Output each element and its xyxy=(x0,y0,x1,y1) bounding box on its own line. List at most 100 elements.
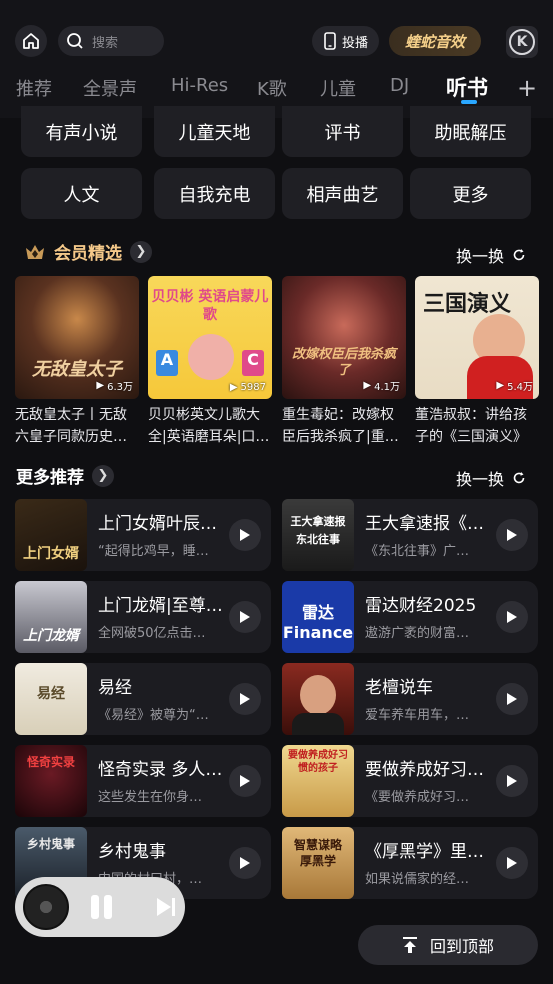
play-button[interactable] xyxy=(229,519,261,551)
play-button[interactable] xyxy=(229,601,261,633)
sound-effect-label: 蝰蛇音效 xyxy=(404,32,465,51)
play-icon xyxy=(240,529,250,541)
category-storytelling[interactable]: 评书 xyxy=(282,106,403,157)
chevron-right-icon: ❯ xyxy=(92,464,114,487)
category-crosstalk[interactable]: 相声曲艺 xyxy=(282,168,403,219)
vip-item[interactable]: 无敌皇太子 ▶ 6.3万 无敌皇太子丨无敌六皇子同款历史… xyxy=(15,276,139,448)
vip-title: 董浩叔叔：讲给孩子的《三国演义》 xyxy=(415,407,527,445)
rec-cover-text: 上门龙婿 xyxy=(23,628,79,644)
more-refresh-button[interactable]: 换一换 xyxy=(456,466,526,490)
now-playing-disc[interactable] xyxy=(23,884,69,930)
play-count-value: 4.1万 xyxy=(374,382,400,393)
play-button[interactable] xyxy=(496,601,528,633)
category-kids-world[interactable]: 儿童天地 xyxy=(154,106,275,157)
vip-cover: 改嫁权臣后我杀疯了 ▶ 4.1万 xyxy=(282,276,406,399)
arrow-up-icon xyxy=(402,937,417,953)
active-tab-indicator xyxy=(461,100,477,104)
search-placeholder: 搜索 xyxy=(92,35,119,51)
play-button[interactable] xyxy=(496,683,528,715)
category-humanities[interactable]: 人文 xyxy=(21,168,142,219)
play-icon xyxy=(507,775,517,787)
next-track-icon[interactable] xyxy=(155,896,177,918)
rec-subtitle: 《东北往事》广… xyxy=(365,544,470,559)
more-section-header[interactable]: 更多推荐 ❯ xyxy=(16,463,114,488)
pause-button[interactable] xyxy=(91,895,113,919)
rec-cover: 雷达 Finance xyxy=(282,581,354,653)
tab-dj[interactable]: DJ xyxy=(390,75,409,96)
add-tab-icon[interactable]: + xyxy=(517,74,537,102)
pause-icon xyxy=(104,895,112,919)
back-to-top-button[interactable]: 回到顶部 xyxy=(358,925,538,965)
rec-cover: 怪奇实录 xyxy=(15,745,87,817)
list-item[interactable]: 怪奇实录 怪奇实录 多人… 这些发生在你身… xyxy=(15,745,271,817)
rec-title: 上门女婿叶辰… xyxy=(98,514,217,534)
vip-refresh-button[interactable]: 换一换 xyxy=(456,243,526,267)
home-button[interactable] xyxy=(15,25,47,57)
rec-title: 要做养成好习… xyxy=(365,760,484,780)
k-logo-button[interactable]: K xyxy=(506,26,538,58)
vip-item[interactable]: 贝贝彬 英语启蒙儿歌 A C ▶ 5987 贝贝彬英文儿歌大全|英语磨耳朵|口… xyxy=(148,276,272,448)
play-count: ▶ 6.3万 xyxy=(96,378,133,393)
list-item[interactable]: 雷达 Finance 雷达财经2025 遨游广袤的财富… xyxy=(282,581,538,653)
rec-cover-text: 要做养成好习惯的孩子 xyxy=(288,750,348,774)
play-button[interactable] xyxy=(496,847,528,879)
category-audio-novel[interactable]: 有声小说 xyxy=(21,106,142,157)
list-item[interactable]: 要做养成好习惯的孩子 要做养成好习… 《要做养成好习… xyxy=(282,745,538,817)
vip-item[interactable]: 三国演义 ▶ 5.4万 董浩叔叔：讲给孩子的《三国演义》 xyxy=(415,276,539,448)
play-count: ▶ 5987 xyxy=(230,382,266,393)
rec-cover-text: 智慧谋略 厚黑学 xyxy=(293,838,342,868)
category-sleep-relax[interactable]: 助眠解压 xyxy=(410,106,531,157)
back-to-top-label: 回到顶部 xyxy=(429,937,494,956)
tab-recommend[interactable]: 推荐 xyxy=(16,75,52,101)
vip-cover-text: 贝贝彬 英语启蒙儿歌 xyxy=(151,289,269,323)
k-logo-icon: K xyxy=(509,29,535,55)
play-icon xyxy=(507,857,517,869)
search-input[interactable]: 搜索 xyxy=(58,26,164,56)
play-icon xyxy=(240,611,250,623)
tab-audiobook[interactable]: 听书 xyxy=(446,72,488,102)
person-body xyxy=(292,713,344,735)
rec-cover-text: 怪奇实录 xyxy=(26,755,75,769)
vip-cover: 贝贝彬 英语启蒙儿歌 A C ▶ 5987 xyxy=(148,276,272,399)
vip-title: 无敌皇太子丨无敌六皇子同款历史… xyxy=(15,407,127,445)
vip-title: 贝贝彬英文儿歌大全|英语磨耳朵|口… xyxy=(148,407,270,445)
play-count-icon: ▶ xyxy=(496,380,505,391)
list-item[interactable]: 老檀说车 爱车养车用车，… xyxy=(282,663,538,735)
category-self-improvement[interactable]: 自我充电 xyxy=(154,168,275,219)
play-button[interactable] xyxy=(229,765,261,797)
play-button[interactable] xyxy=(496,519,528,551)
list-item[interactable]: 智慧谋略 厚黑学 《厚黑学》里… 如果说儒家的经… xyxy=(282,827,538,899)
person-avatar xyxy=(300,675,336,715)
rec-subtitle: 《易经》被尊为“… xyxy=(98,708,209,723)
category-more[interactable]: 更多 xyxy=(410,168,531,219)
play-button[interactable] xyxy=(229,683,261,715)
rec-cover: 上门女婿 xyxy=(15,499,87,571)
cast-label: 投播 xyxy=(341,35,368,51)
rec-cover: 易经 xyxy=(15,663,87,735)
vip-section-header[interactable]: 会员精选 ❯ xyxy=(24,239,152,264)
play-button[interactable] xyxy=(229,847,261,879)
tab-karaoke[interactable]: K歌 xyxy=(257,75,287,101)
tab-hi-res[interactable]: Hi-Res xyxy=(171,75,228,96)
play-button[interactable] xyxy=(496,765,528,797)
rec-cover xyxy=(282,663,354,735)
list-item[interactable]: 上门龙婿 上门龙婿|至尊… 全网破50亿点击… xyxy=(15,581,271,653)
vip-item[interactable]: 改嫁权臣后我杀疯了 ▶ 4.1万 重生毒妃：改嫁权臣后我杀疯了|重… xyxy=(282,276,406,448)
more-section-title: 更多推荐 xyxy=(16,468,84,488)
mini-player[interactable] xyxy=(15,877,185,937)
cast-button[interactable]: 投播 xyxy=(312,26,379,56)
vip-cover: 三国演义 ▶ 5.4万 xyxy=(415,276,539,399)
rec-subtitle: 这些发生在你身… xyxy=(98,790,203,805)
tab-kids[interactable]: 儿童 xyxy=(320,75,356,101)
sound-effect-button[interactable]: 蝰蛇音效 xyxy=(389,26,481,56)
top-header: 搜索 投播 蝰蛇音效 K 推荐 全景声 Hi-Res K歌 儿童 DJ 听书 + xyxy=(0,0,553,118)
play-count-value: 5.4万 xyxy=(507,382,533,393)
list-item[interactable]: 上门女婿 上门女婿叶辰… “起得比鸡早，睡… xyxy=(15,499,271,571)
play-count-icon: ▶ xyxy=(363,380,372,391)
play-count: ▶ 4.1万 xyxy=(363,378,400,393)
rec-subtitle: 如果说儒家的经… xyxy=(365,872,470,887)
tab-spatial-audio[interactable]: 全景声 xyxy=(83,75,137,101)
pause-icon xyxy=(91,895,99,919)
list-item[interactable]: 王大拿速报 东北往事 王大拿速报《… 《东北往事》广… xyxy=(282,499,538,571)
list-item[interactable]: 易经 易经 《易经》被尊为“… xyxy=(15,663,271,735)
